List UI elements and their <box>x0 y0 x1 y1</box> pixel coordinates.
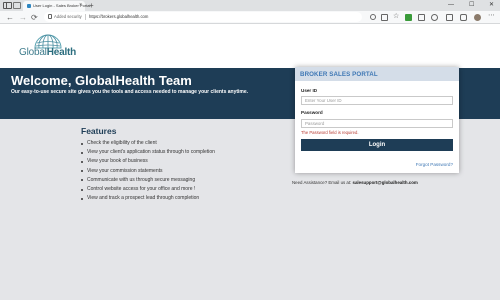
back-button[interactable]: ← <box>6 12 14 23</box>
features-section: Features Check the eligibility of the cl… <box>81 126 281 203</box>
feature-item: Check the eligibility of the client <box>81 139 281 148</box>
lock-icon[interactable] <box>48 14 52 19</box>
login-button[interactable]: Login <box>301 139 453 151</box>
collections-icon[interactable] <box>446 14 453 21</box>
support-email-link[interactable]: salesupport@globalhealth.com <box>353 180 418 185</box>
welcome-title: Welcome, GlobalHealth Team <box>11 73 192 88</box>
tab-close-button[interactable]: × <box>79 2 82 9</box>
feature-item: View your book of business <box>81 157 281 166</box>
features-title: Features <box>81 126 117 136</box>
logo-wordmark[interactable]: GlobalHealth <box>19 47 76 58</box>
welcome-subtitle: Our easy-to-use secure site gives you th… <box>11 89 249 95</box>
favorite-star-icon[interactable]: ☆ <box>393 12 400 20</box>
feature-item: View your commission statements <box>81 167 281 176</box>
feature-item: Control website access for your office a… <box>81 185 281 194</box>
more-menu-icon[interactable]: ⋯ <box>488 11 495 19</box>
user-id-input[interactable] <box>301 96 453 105</box>
feature-item: View and track a prospect lead through c… <box>81 194 281 203</box>
user-id-label: User ID <box>301 88 318 93</box>
extension-green-icon[interactable] <box>405 14 412 21</box>
browser-tab-bar: User Login - Sales Broker Portal × + — ☐… <box>0 0 500 11</box>
url-text[interactable]: https://brokers.globalhealth.com <box>89 14 148 19</box>
sync-icon[interactable] <box>460 14 467 21</box>
feature-item: View your client's application status th… <box>81 148 281 157</box>
login-card-title: BROKER SALES PORTAL <box>300 71 378 78</box>
password-label: Password <box>301 110 323 115</box>
features-list: Check the eligibility of the client View… <box>81 139 281 203</box>
close-window-button[interactable]: ✕ <box>489 1 494 10</box>
browser-tab[interactable]: User Login - Sales Broker Portal × <box>23 1 90 11</box>
security-label[interactable]: Added security <box>54 14 82 19</box>
refresh-extension-icon[interactable] <box>431 14 438 21</box>
zoom-icon[interactable] <box>381 14 388 21</box>
password-input[interactable] <box>301 119 453 128</box>
new-tab-button[interactable]: + <box>89 0 94 11</box>
password-error-message: The Password field is required. <box>301 130 359 135</box>
minimize-button[interactable]: — <box>448 1 454 10</box>
site-favicon-icon <box>27 4 31 8</box>
feature-item: Communicate with us through secure messa… <box>81 176 281 185</box>
logo-header: GlobalHealth <box>0 25 500 68</box>
address-bar[interactable]: Added security https://brokers.globalhea… <box>44 12 362 22</box>
login-card: BROKER SALES PORTAL User ID Password The… <box>295 67 459 173</box>
read-aloud-icon[interactable] <box>370 14 376 20</box>
profile-avatar-icon[interactable] <box>474 14 481 21</box>
extension-icon[interactable] <box>418 14 425 21</box>
maximize-button[interactable]: ☐ <box>469 1 474 10</box>
reload-button[interactable]: ⟳ <box>31 12 38 23</box>
page-content: GlobalHealth Welcome, GlobalHealth Team … <box>0 25 500 300</box>
assistance-text: Need Assistance? Email us at: salesuppor… <box>292 180 418 185</box>
workspaces-icon[interactable] <box>13 2 21 9</box>
forward-button[interactable]: → <box>19 12 27 23</box>
login-card-header: BROKER SALES PORTAL <box>295 67 459 81</box>
forgot-password-link[interactable]: Forgot Password? <box>416 162 453 167</box>
browser-nav-bar: ← → ⟳ Added security https://brokers.glo… <box>0 11 500 24</box>
tab-actions-icon[interactable] <box>3 2 12 9</box>
address-separator <box>85 14 86 20</box>
